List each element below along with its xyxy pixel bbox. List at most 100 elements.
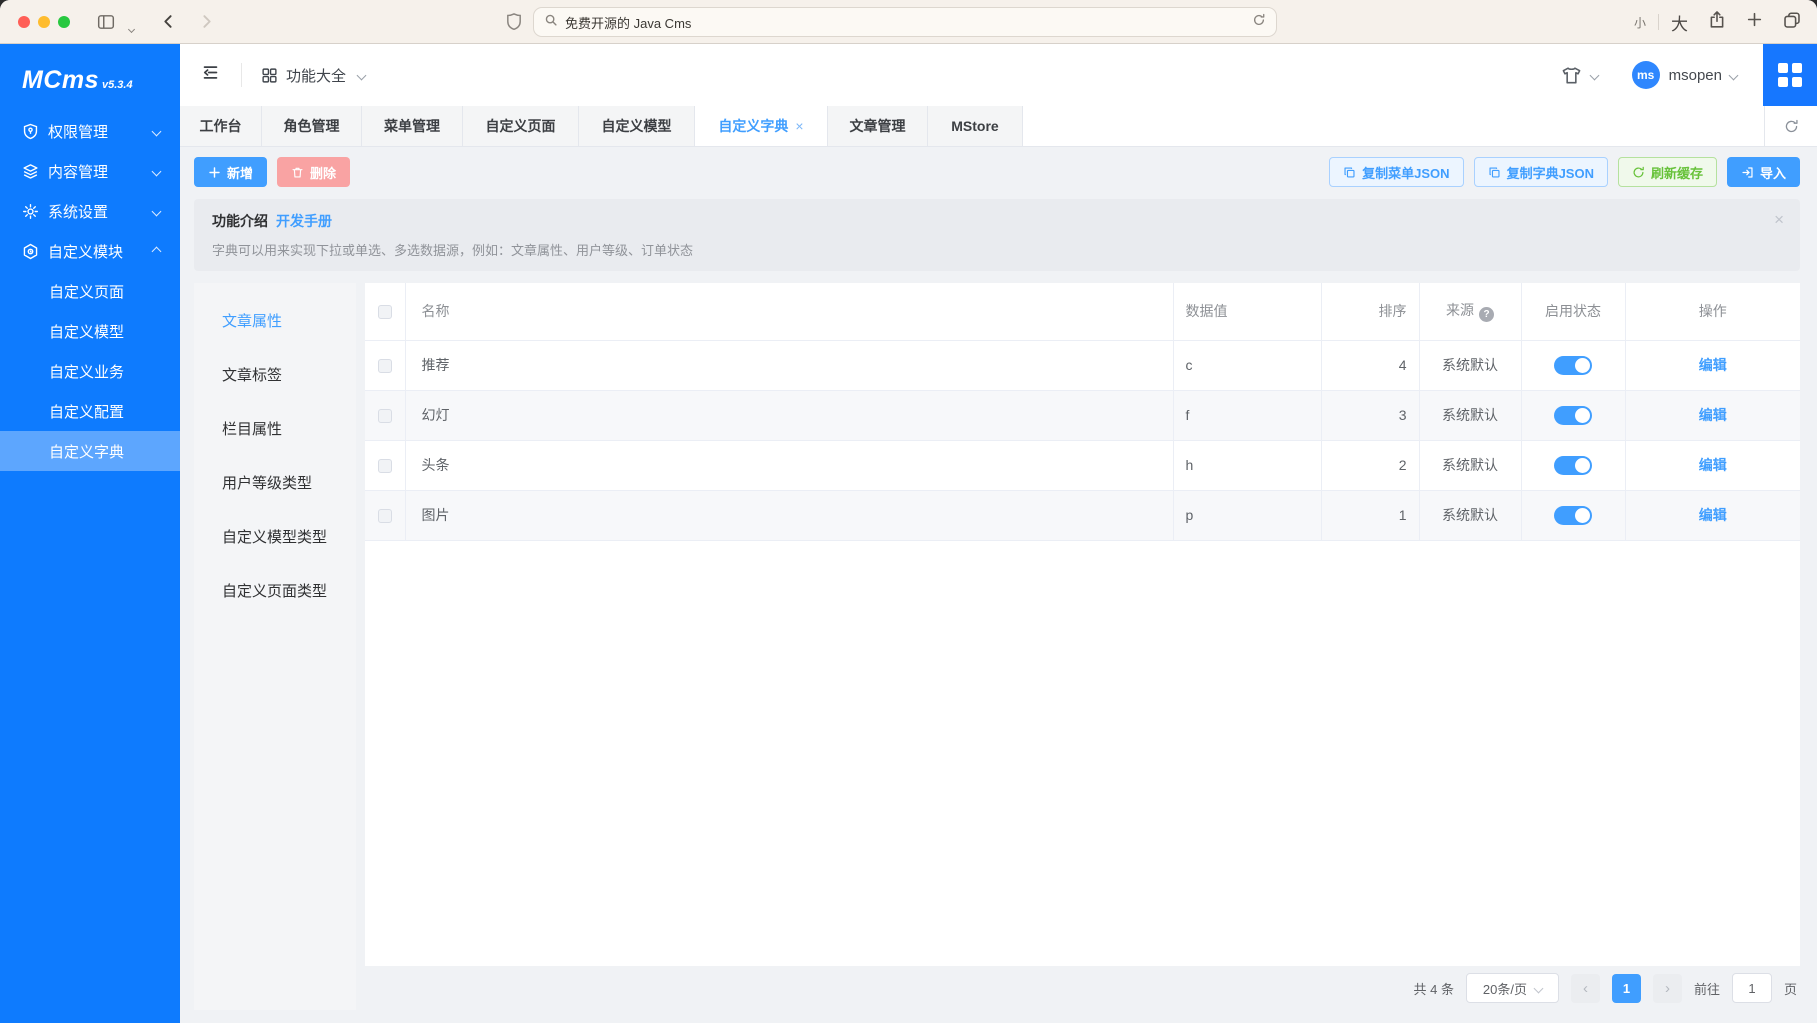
enable-toggle[interactable]	[1554, 356, 1592, 375]
search-icon	[544, 13, 558, 32]
select-all-checkbox[interactable]	[378, 305, 392, 319]
page-tabbar: 工作台 角色管理 菜单管理 自定义页面 自定义模型 自定义字典 × 文章管理 M…	[180, 106, 1817, 147]
dict-type-custom-page[interactable]: 自定义页面类型	[194, 563, 356, 617]
sidebar-subitem-custom-model[interactable]: 自定义模型	[0, 311, 180, 351]
plus-icon	[208, 166, 221, 179]
table-row: 推荐 c 4 系统默认 编辑	[365, 340, 1800, 390]
brand-name: MCms	[22, 66, 99, 94]
address-text: 免费开源的 Java Cms	[565, 13, 691, 32]
tab-overview-icon[interactable]	[1783, 11, 1801, 34]
chevron-down-icon	[152, 206, 162, 216]
dict-type-article-tag[interactable]: 文章标签	[194, 347, 356, 401]
pagination: 共 4 条 20条/页 ‹ 1 › 前往 页	[365, 966, 1800, 1010]
reload-icon[interactable]	[1252, 13, 1266, 32]
app-menu-dropdown[interactable]: 功能大全	[261, 65, 365, 86]
row-checkbox[interactable]	[378, 409, 392, 423]
sidebar-toggle-icon[interactable]	[97, 13, 115, 31]
increase-text-size-button[interactable]: 大	[1671, 10, 1688, 35]
copy-menu-json-button[interactable]: 复制菜单JSON	[1329, 157, 1463, 187]
divider	[241, 63, 242, 87]
sidebar-item-permission[interactable]: 权限管理	[0, 111, 180, 151]
banner-description: 字典可以用来实现下拉或单选、多选数据源，例如：文章属性、用户等级、订单状态	[212, 240, 1782, 259]
banner-title: 功能介绍	[212, 213, 268, 229]
collapse-sidebar-icon[interactable]	[180, 63, 241, 87]
page-size-select[interactable]: 20条/页	[1466, 973, 1559, 1003]
tab-custom-model[interactable]: 自定义模型	[579, 106, 695, 146]
import-button[interactable]: 导入	[1727, 157, 1800, 187]
tab-custom-dict[interactable]: 自定义字典 ×	[695, 106, 828, 146]
next-page-button[interactable]: ›	[1653, 974, 1682, 1003]
minimize-window-button[interactable]	[38, 16, 50, 28]
back-icon[interactable]	[160, 13, 177, 30]
column-header-actions: 操作	[1625, 283, 1800, 340]
dict-type-user-level[interactable]: 用户等级类型	[194, 455, 356, 509]
refresh-page-button[interactable]	[1764, 106, 1817, 146]
grid-icon	[261, 67, 278, 84]
chevron-down-icon	[152, 166, 162, 176]
row-checkbox[interactable]	[378, 359, 392, 373]
row-checkbox[interactable]	[378, 459, 392, 473]
page-content: 新增 删除 复制菜单JSON 复制字典JSON	[180, 147, 1817, 1023]
copy-icon	[1488, 166, 1501, 179]
tab-mstore[interactable]: MStore	[928, 106, 1023, 146]
edit-link[interactable]: 编辑	[1699, 357, 1727, 373]
apps-launcher-button[interactable]	[1763, 44, 1817, 106]
column-header-source: 来源?	[1419, 283, 1521, 340]
copy-dict-json-button[interactable]: 复制字典JSON	[1474, 157, 1608, 187]
share-icon[interactable]	[1708, 10, 1726, 34]
sidebar-item-content[interactable]: 内容管理	[0, 151, 180, 191]
forward-icon[interactable]	[198, 13, 215, 30]
row-checkbox[interactable]	[378, 509, 392, 523]
delete-button[interactable]: 删除	[277, 157, 350, 187]
dict-type-article-attribute[interactable]: 文章属性	[194, 293, 356, 347]
goto-page-input[interactable]	[1732, 973, 1772, 1003]
app-logo: MCmsv5.3.4	[0, 44, 180, 95]
tab-workbench[interactable]: 工作台	[180, 106, 262, 146]
sidebar-subitem-custom-config[interactable]: 自定义配置	[0, 391, 180, 431]
privacy-shield-icon[interactable]	[505, 12, 523, 31]
enable-toggle[interactable]	[1554, 506, 1592, 525]
help-icon[interactable]: ?	[1479, 307, 1494, 322]
theme-dropdown[interactable]	[1561, 65, 1598, 86]
action-toolbar: 新增 删除 复制菜单JSON 复制字典JSON	[180, 147, 1817, 199]
sidebar-subitem-custom-business[interactable]: 自定义业务	[0, 351, 180, 391]
close-window-button[interactable]	[18, 16, 30, 28]
dev-manual-link[interactable]: 开发手册	[276, 213, 332, 229]
current-page-button[interactable]: 1	[1612, 974, 1641, 1003]
zoom-window-button[interactable]	[58, 16, 70, 28]
close-banner-icon[interactable]: ×	[1774, 211, 1784, 228]
column-header-sort: 排序	[1321, 283, 1419, 340]
sidebar-menu: 权限管理 内容管理 系统设置 自定义模块 自	[0, 111, 180, 471]
decrease-text-size-button[interactable]: 小	[1634, 14, 1646, 31]
sidebar-item-system[interactable]: 系统设置	[0, 191, 180, 231]
edit-link[interactable]: 编辑	[1699, 507, 1727, 523]
sidebar-subitem-custom-page[interactable]: 自定义页面	[0, 271, 180, 311]
user-menu[interactable]: ms msopen	[1598, 61, 1737, 89]
prev-page-button[interactable]: ‹	[1571, 974, 1600, 1003]
sidebar-menu-chevron-icon[interactable]	[129, 19, 134, 37]
close-tab-icon[interactable]: ×	[795, 118, 803, 134]
address-bar[interactable]: 免费开源的 Java Cms	[533, 7, 1277, 37]
enable-toggle[interactable]	[1554, 456, 1592, 475]
table-row: 图片 p 1 系统默认 编辑	[365, 490, 1800, 540]
avatar: ms	[1632, 61, 1660, 89]
tab-custom-page[interactable]: 自定义页面	[463, 106, 579, 146]
page-unit-label: 页	[1784, 979, 1797, 998]
dict-type-column-attribute[interactable]: 栏目属性	[194, 401, 356, 455]
tab-menu-management[interactable]: 菜单管理	[362, 106, 463, 146]
refresh-icon	[1784, 119, 1799, 134]
tab-role-management[interactable]: 角色管理	[262, 106, 362, 146]
refresh-cache-button[interactable]: 刷新缓存	[1618, 157, 1717, 187]
dict-type-custom-model[interactable]: 自定义模型类型	[194, 509, 356, 563]
sidebar-subitem-custom-dict[interactable]: 自定义字典	[0, 431, 180, 471]
chevron-down-icon	[357, 70, 367, 80]
edit-link[interactable]: 编辑	[1699, 407, 1727, 423]
sidebar-item-custom-module[interactable]: 自定义模块	[0, 231, 180, 271]
total-count: 共 4 条	[1414, 979, 1454, 998]
edit-link[interactable]: 编辑	[1699, 457, 1727, 473]
trash-icon	[291, 166, 304, 179]
enable-toggle[interactable]	[1554, 406, 1592, 425]
tab-article-management[interactable]: 文章管理	[828, 106, 928, 146]
new-tab-icon[interactable]	[1746, 11, 1763, 33]
add-button[interactable]: 新增	[194, 157, 267, 187]
